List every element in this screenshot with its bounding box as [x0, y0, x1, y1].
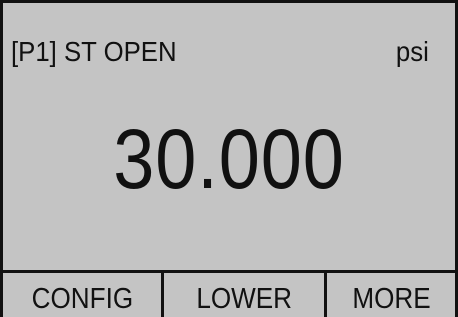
more-softkey-label: MORE — [351, 282, 431, 315]
lower-softkey[interactable]: LOWER — [161, 273, 324, 317]
port-status-label: [P1] ST OPEN — [11, 36, 177, 67]
pressure-reading: 30.000 — [113, 112, 345, 206]
config-softkey-label: CONFIG — [31, 282, 133, 315]
lower-softkey-label: LOWER — [196, 282, 292, 315]
pressure-unit-label: psi — [396, 36, 429, 67]
softkey-bar: CONFIG LOWER MORE — [3, 270, 455, 317]
config-softkey[interactable]: CONFIG — [3, 273, 161, 317]
lcd-screen: [P1] ST OPEN psi 30.000 CONFIG LOWER MOR… — [0, 0, 458, 317]
more-softkey[interactable]: MORE — [324, 273, 455, 317]
